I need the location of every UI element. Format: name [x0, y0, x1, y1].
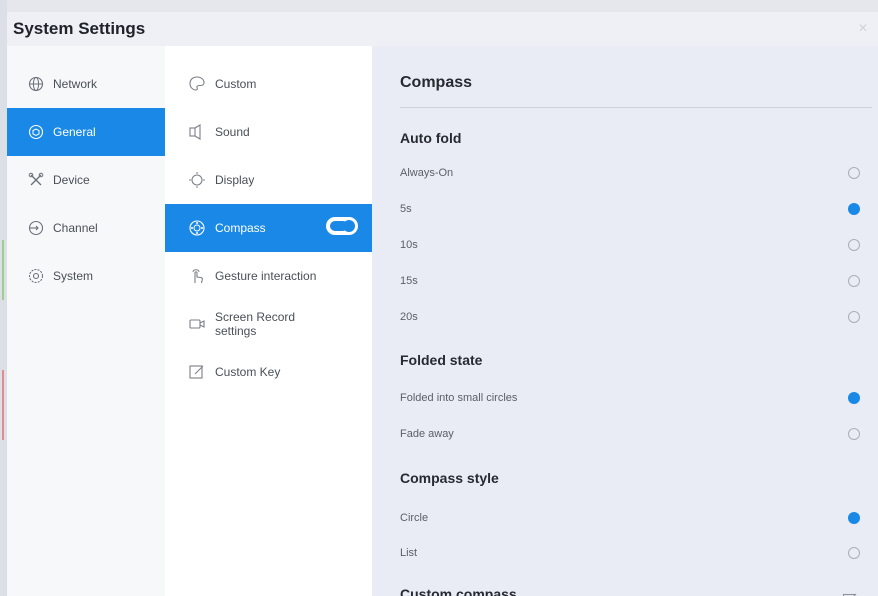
sub-item-label-line1: Screen Record	[215, 310, 296, 324]
speaker-icon	[187, 122, 207, 142]
sub-item-custom-key[interactable]: Custom Key	[165, 348, 372, 396]
sub-item-label-line2: settings	[215, 324, 257, 338]
panel-title: Compass	[400, 74, 473, 91]
section-heading-custom-compass: Custom compass	[400, 586, 517, 596]
settings-window: System Settings ✕ Network General Device	[7, 12, 878, 596]
radio-button[interactable]	[848, 547, 860, 559]
radio-button[interactable]	[848, 167, 860, 179]
radio-button[interactable]	[848, 512, 860, 524]
option-label: Always-On	[400, 167, 454, 179]
radio-button[interactable]	[848, 275, 860, 287]
sub-item-label: Sound	[215, 125, 250, 139]
nav-item-system[interactable]: System	[7, 252, 165, 300]
globe-icon	[27, 75, 45, 93]
section-heading-auto-fold: Auto fold	[400, 130, 462, 146]
nav-label: Device	[53, 173, 90, 187]
sub-item-label: Gesture interaction	[215, 269, 317, 283]
option-list[interactable]: List	[400, 541, 860, 565]
nav-label: General	[53, 125, 96, 139]
option-label: 5s	[400, 203, 412, 215]
radio-button[interactable]	[848, 311, 860, 323]
sub-item-screen-record[interactable]: Screen Record settings	[165, 300, 372, 348]
hand-icon	[187, 266, 207, 286]
sub-item-label: Compass	[215, 221, 266, 235]
nav-label: Network	[53, 77, 98, 91]
radio-button[interactable]	[848, 428, 860, 440]
sub-item-label: Screen Record settings	[215, 310, 295, 338]
option-label: 20s	[400, 311, 418, 323]
option-circle[interactable]: Circle	[400, 506, 860, 530]
compass-icon	[187, 218, 207, 238]
option-label: 15s	[400, 275, 418, 287]
option-folded-small-circles[interactable]: Folded into small circles	[400, 386, 860, 410]
main-nav: Network General Device Channel System	[7, 46, 165, 596]
option-label: Circle	[400, 512, 429, 524]
option-label: 10s	[400, 239, 418, 251]
nav-item-device[interactable]: Device	[7, 156, 165, 204]
close-icon[interactable]: ✕	[858, 21, 868, 35]
radio-button[interactable]	[848, 203, 860, 215]
sub-item-display[interactable]: Display	[165, 156, 372, 204]
section-heading-compass-style: Compass style	[400, 470, 499, 486]
sub-item-sound[interactable]: Sound	[165, 108, 372, 156]
radio-button[interactable]	[848, 239, 860, 251]
toggle-knob	[343, 220, 355, 232]
section-heading-folded-state: Folded state	[400, 352, 483, 368]
divider	[400, 107, 872, 108]
compass-panel: Compass Auto fold Always-On 5s 10s 15s 2…	[372, 46, 878, 596]
option-label: List	[400, 547, 418, 559]
option-label: Folded into small circles	[400, 392, 518, 404]
cube-icon	[27, 123, 45, 141]
edit-icon	[187, 362, 207, 382]
sub-item-label: Custom	[215, 77, 257, 91]
sub-item-label: Custom Key	[215, 365, 281, 379]
option-label: Fade away	[400, 428, 454, 440]
sub-item-compass[interactable]: Compass	[165, 204, 372, 252]
option-5s[interactable]: 5s	[400, 197, 860, 221]
edge-marker	[2, 240, 4, 300]
desktop-edge	[0, 0, 7, 596]
input-icon	[27, 219, 45, 237]
edge-marker	[2, 370, 4, 440]
sub-menu: Custom Sound Display Compass Gesture int…	[165, 46, 372, 596]
nav-label: System	[53, 269, 94, 283]
tools-icon	[27, 171, 45, 189]
sub-item-gesture[interactable]: Gesture interaction	[165, 252, 372, 300]
window-title: System Settings	[13, 19, 146, 38]
nav-item-network[interactable]: Network	[7, 60, 165, 108]
sub-item-custom[interactable]: Custom	[165, 60, 372, 108]
sub-item-label: Display	[215, 173, 255, 187]
nav-item-general[interactable]: General	[7, 108, 165, 156]
option-10s[interactable]: 10s	[400, 233, 860, 257]
option-15s[interactable]: 15s	[400, 269, 860, 293]
camera-icon	[187, 314, 207, 334]
palette-icon	[187, 74, 207, 94]
radio-button[interactable]	[848, 392, 860, 404]
title-bar: System Settings ✕	[7, 12, 878, 46]
nav-item-channel[interactable]: Channel	[7, 204, 165, 252]
edit-icon[interactable]	[842, 592, 858, 596]
sun-icon	[187, 170, 207, 190]
compass-toggle[interactable]	[326, 217, 358, 235]
option-always-on[interactable]: Always-On	[400, 161, 860, 185]
option-20s[interactable]: 20s	[400, 305, 860, 329]
gear-icon	[27, 267, 45, 285]
option-fade-away[interactable]: Fade away	[400, 422, 860, 446]
nav-label: Channel	[53, 221, 98, 235]
